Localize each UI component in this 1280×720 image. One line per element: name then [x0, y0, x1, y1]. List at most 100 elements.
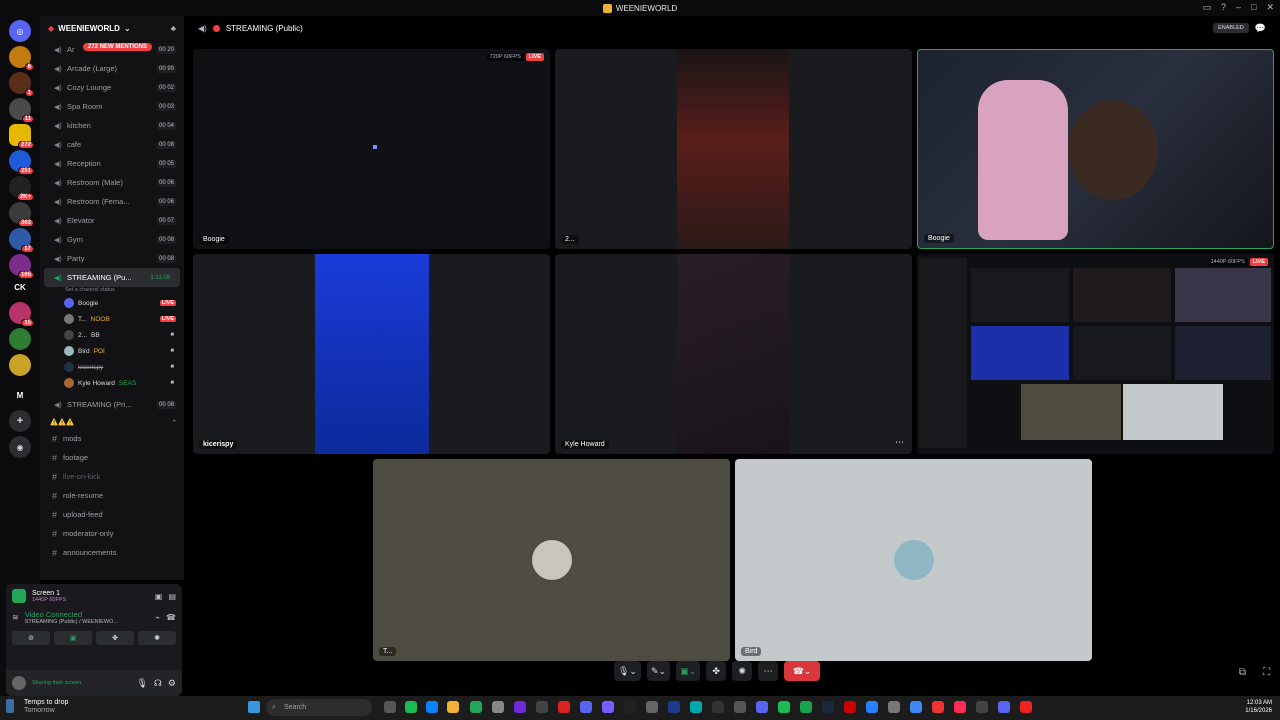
- popout-icon[interactable]: ▣: [155, 592, 163, 601]
- taskbar-app-icon[interactable]: [1020, 701, 1032, 713]
- text-channel[interactable]: # upload-feed: [40, 505, 184, 524]
- voice-channel[interactable]: ◀) Party 00 08: [40, 249, 184, 268]
- maximize-icon[interactable]: □: [1251, 2, 1256, 13]
- camera-button[interactable]: ✎⌄: [646, 661, 671, 681]
- stop-stream-icon[interactable]: ▤: [168, 592, 176, 601]
- taskbar-app-icon[interactable]: [426, 701, 438, 713]
- invite-icon[interactable]: ♣: [171, 24, 176, 33]
- enabled-badge[interactable]: ENABLED: [1213, 23, 1249, 33]
- voice-user[interactable]: kicerispy ■: [40, 359, 184, 375]
- minimize-icon[interactable]: –: [1236, 2, 1241, 13]
- voice-channel[interactable]: ◀) kitchen 00 04: [40, 116, 184, 135]
- screen-share-row[interactable]: Screen 1 1440P 60FPS ▣ ▤: [6, 584, 182, 608]
- voice-user[interactable]: Bird POI ■: [40, 343, 184, 359]
- popout-window-icon[interactable]: ⧉: [1239, 667, 1246, 678]
- camera-off-button[interactable]: ⊘: [12, 631, 50, 645]
- taskbar-app-icon[interactable]: [954, 701, 966, 713]
- activities-icon[interactable]: ✤: [706, 661, 727, 681]
- text-channel[interactable]: # role-resume: [40, 486, 184, 505]
- text-channel[interactable]: # moderator-only: [40, 524, 184, 543]
- discord-taskbar-icon[interactable]: [756, 701, 768, 713]
- help-icon[interactable]: ?: [1221, 2, 1226, 13]
- taskbar-app-icon[interactable]: [712, 701, 724, 713]
- text-channel[interactable]: # live-on-kick: [40, 467, 184, 486]
- microphone-button[interactable]: 🎙⌄: [614, 661, 641, 681]
- server-icon[interactable]: 2K+: [9, 176, 34, 201]
- server-icon[interactable]: [9, 328, 31, 350]
- screen-share-tile[interactable]: 1440P 60FPS LIVE: [917, 254, 1274, 454]
- voice-channel[interactable]: ◀) Restroom (Fema... 00 06: [40, 192, 184, 211]
- taskbar-app-icon[interactable]: [536, 701, 548, 713]
- voice-channel[interactable]: ◀) cafe 00 08: [40, 135, 184, 154]
- soundboard-icon[interactable]: ✺: [732, 661, 753, 681]
- server-icon[interactable]: 6: [9, 46, 34, 71]
- voice-user[interactable]: T... NOOB LIVE: [40, 311, 184, 327]
- home-button[interactable]: ◎: [9, 20, 31, 42]
- add-channel-icon[interactable]: +: [172, 418, 176, 425]
- video-tile[interactable]: Kyle Howard ⋯: [555, 254, 912, 454]
- noise-icon[interactable]: ⌁: [155, 613, 160, 622]
- taskbar-app-icon[interactable]: [558, 701, 570, 713]
- guild-header[interactable]: ◆ WEENIEWORLD ⌄ ♣: [40, 16, 184, 40]
- taskbar-app-icon[interactable]: [624, 701, 636, 713]
- server-icon[interactable]: 363: [9, 202, 34, 227]
- taskbar-app-icon[interactable]: [470, 701, 482, 713]
- voice-channel[interactable]: ◀) Arcade (Large) 00 99: [40, 59, 184, 78]
- microphone-icon[interactable]: 🎙: [136, 678, 147, 689]
- close-icon[interactable]: ✕: [1266, 2, 1274, 13]
- taskbar-search[interactable]: ⌕ Search: [266, 699, 372, 716]
- taskbar-app-icon[interactable]: [447, 701, 459, 713]
- text-channel[interactable]: # announcements: [40, 543, 184, 562]
- video-tile[interactable]: kicerispy: [193, 254, 550, 454]
- steam-taskbar-icon[interactable]: [822, 701, 834, 713]
- server-icon[interactable]: 15: [9, 302, 34, 327]
- taskbar-app-icon[interactable]: [844, 701, 856, 713]
- server-icon-m[interactable]: M: [9, 384, 31, 406]
- text-channel[interactable]: # mods: [40, 429, 184, 448]
- channel-status-prompt[interactable]: Set a channel status: [40, 287, 184, 295]
- video-tile[interactable]: Bird: [735, 459, 1092, 661]
- taskbar-app-icon[interactable]: [492, 701, 504, 713]
- video-tile[interactable]: T...: [373, 459, 730, 661]
- server-icon[interactable]: 11: [9, 98, 34, 123]
- video-tile-speaking[interactable]: Boogie: [917, 49, 1274, 249]
- signal-icon[interactable]: ≋: [12, 613, 19, 622]
- taskbar-app-icon[interactable]: [384, 701, 396, 713]
- headphones-icon[interactable]: ☊: [154, 678, 162, 689]
- server-icon[interactable]: 1: [9, 72, 34, 97]
- taskbar-app-icon[interactable]: [888, 701, 900, 713]
- server-icon-ck[interactable]: CK: [9, 276, 31, 298]
- voice-channel[interactable]: ◀) Cozy Lounge 00 02: [40, 78, 184, 97]
- voice-channel-active[interactable]: ◀) STREAMING (Pu... 1:11:09: [44, 268, 180, 287]
- taskbar-app-icon[interactable]: [976, 701, 988, 713]
- add-server-icon[interactable]: +: [9, 410, 31, 432]
- taskbar-app-icon[interactable]: [646, 701, 658, 713]
- avatar[interactable]: [12, 676, 26, 690]
- text-channel[interactable]: # footage: [40, 448, 184, 467]
- inbox-icon[interactable]: ▭: [1202, 2, 1211, 13]
- activities-button[interactable]: ✤: [96, 631, 134, 645]
- disconnect-icon[interactable]: ☎: [166, 613, 176, 622]
- voice-channel[interactable]: ◀) Restroom (Male) 00 06: [40, 173, 184, 192]
- connection-channel[interactable]: STREAMING (Public) / WEENIEWO...: [25, 619, 118, 625]
- taskbar-app-icon[interactable]: [668, 701, 680, 713]
- leave-call-button[interactable]: ☎⌄: [784, 661, 821, 681]
- taskbar-app-icon[interactable]: [405, 701, 417, 713]
- chrome-taskbar-icon[interactable]: [910, 701, 922, 713]
- taskbar-app-icon[interactable]: [580, 701, 592, 713]
- taskbar-app-icon[interactable]: [514, 701, 526, 713]
- server-icon[interactable]: 165: [9, 254, 34, 279]
- chat-icon[interactable]: 💬: [1255, 23, 1266, 34]
- fullscreen-icon[interactable]: ⛶: [1263, 667, 1270, 678]
- taskbar-app-icon[interactable]: [998, 701, 1010, 713]
- screen-share-button[interactable]: ▣: [54, 631, 92, 645]
- taskbar-app-icon[interactable]: [602, 701, 614, 713]
- voice-channel[interactable]: ◀) Spa Room 00 03: [40, 97, 184, 116]
- voice-channel[interactable]: ◀) Reception 00 05: [40, 154, 184, 173]
- taskbar-app-icon[interactable]: [800, 701, 812, 713]
- voice-channel[interactable]: ◀) Gym 00 08: [40, 230, 184, 249]
- video-tile[interactable]: 720P 60FPS LIVE Boogie: [193, 49, 550, 249]
- taskbar-app-icon[interactable]: [690, 701, 702, 713]
- voice-user[interactable]: 2... BB ■: [40, 327, 184, 343]
- share-screen-button[interactable]: ▣⌄: [676, 661, 701, 681]
